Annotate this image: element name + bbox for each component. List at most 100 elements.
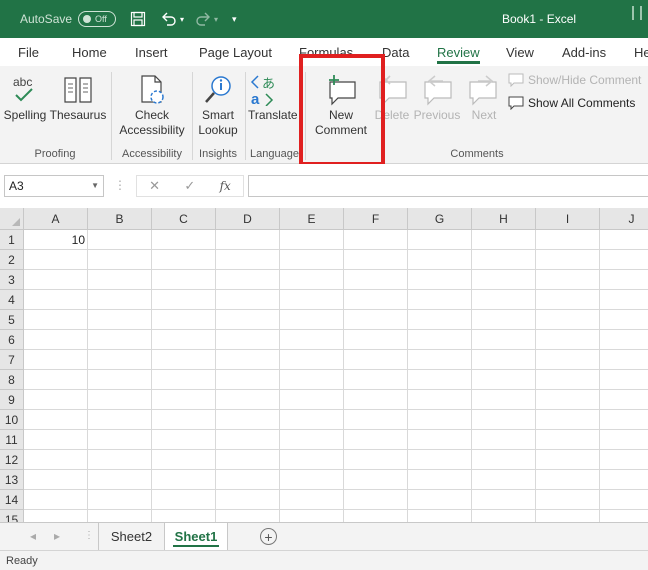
tab-home[interactable]: Home (72, 38, 107, 66)
row-header-12[interactable]: 12 (0, 450, 24, 470)
autosave-label: AutoSave (20, 12, 73, 26)
tab-page-layout[interactable]: Page Layout (199, 38, 272, 66)
worksheet-grid: ABCDEFGHIJ 1 2 3 4 5 6 7 8 9 10 11 12 13 14 15 10 (0, 208, 648, 522)
select-all-corner[interactable] (0, 208, 24, 230)
language-group-label: Language (250, 148, 299, 160)
row-header-15[interactable]: 15 (0, 510, 24, 522)
restore-window-icon[interactable] (632, 6, 642, 20)
sheet-tab-bar: ◂ ▸ ⋮ Sheet2 Sheet1 + (0, 522, 648, 550)
accessibility-check-icon (141, 75, 164, 104)
row-header-10[interactable]: 10 (0, 410, 24, 430)
cell-a1[interactable]: 10 (24, 230, 88, 250)
autosave-state: Off (95, 14, 107, 24)
row-header-5[interactable]: 5 (0, 310, 24, 330)
previous-sheet-icon[interactable]: ◂ (30, 529, 36, 543)
previous-comment-icon (424, 75, 452, 106)
column-header-h[interactable]: H (472, 208, 536, 230)
check-accessibility-button[interactable]: Check Accessibility (116, 74, 188, 138)
show-all-comments-label: Show All Comments (528, 96, 636, 110)
svg-text:abc: abc (13, 75, 32, 89)
tab-review[interactable]: Review (437, 38, 480, 66)
smart-lookup-icon (205, 76, 231, 103)
column-header-c[interactable]: C (152, 208, 216, 230)
column-header-j[interactable]: J (600, 208, 648, 230)
insights-group-label: Insights (199, 148, 237, 160)
sheet-tab-sheet2[interactable]: Sheet2 (98, 523, 164, 550)
column-header-b[interactable]: B (88, 208, 152, 230)
enter-icon[interactable]: ✓ (184, 178, 195, 194)
row-header-2[interactable]: 2 (0, 250, 24, 270)
column-header-g[interactable]: G (408, 208, 472, 230)
formula-input[interactable] (248, 175, 648, 197)
cell-area[interactable] (24, 230, 648, 522)
next-sheet-icon[interactable]: ▸ (54, 529, 60, 543)
undo-dropdown-icon[interactable]: ▾ (180, 0, 184, 38)
document-title: Book1 - Excel (502, 12, 577, 26)
translate-icon: あ a (250, 75, 275, 106)
row-header-4[interactable]: 4 (0, 290, 24, 310)
thesaurus-label: Thesaurus (49, 108, 107, 122)
autosave-toggle[interactable]: Off (78, 11, 116, 27)
customize-toolbar-icon[interactable]: ▾ (232, 0, 237, 38)
translate-label: Translate (248, 108, 298, 122)
row-header-11[interactable]: 11 (0, 430, 24, 450)
show-hide-comment-label: Show/Hide Comment (528, 73, 642, 87)
more-icon: ⋮ (114, 178, 126, 192)
name-box-value: A3 (9, 179, 24, 193)
new-comment-highlight (299, 54, 385, 166)
column-header-i[interactable]: I (536, 208, 600, 230)
show-all-comments-button[interactable]: Show All Comments (508, 96, 635, 110)
proofing-group-label: Proofing (34, 148, 76, 160)
row-header-9[interactable]: 9 (0, 390, 24, 410)
chevron-down-icon: ▼ (91, 181, 99, 190)
tab-view[interactable]: View (506, 38, 534, 66)
spelling-button[interactable]: abc Spelling (2, 74, 48, 123)
smart-lookup-button[interactable]: Smart Lookup (194, 74, 242, 138)
add-sheet-icon[interactable]: + (260, 528, 277, 545)
show-all-comments-icon (508, 96, 524, 110)
tab-insert[interactable]: Insert (135, 38, 168, 66)
formula-bar: A3 ▼ ⋮ ✕ ✓ fx (0, 164, 648, 208)
save-icon[interactable] (130, 0, 146, 38)
column-header-d[interactable]: D (216, 208, 280, 230)
tab-help[interactable]: He (634, 38, 648, 66)
row-header-1[interactable]: 1 (0, 230, 24, 250)
smart-lookup-line1: Smart (201, 108, 234, 122)
column-header-e[interactable]: E (280, 208, 344, 230)
tab-data[interactable]: Data (382, 38, 409, 66)
translate-button[interactable]: あ a Translate (248, 74, 302, 123)
next-comment-icon (469, 75, 497, 106)
row-header-6[interactable]: 6 (0, 330, 24, 350)
thesaurus-button[interactable]: Thesaurus (49, 74, 107, 123)
check-accessibility-line2: Accessibility (119, 123, 185, 137)
accessibility-group-label: Accessibility (122, 148, 182, 160)
previous-comment-label: Previous (413, 108, 461, 122)
tab-add-ins[interactable]: Add-ins (562, 38, 606, 66)
redo-dropdown-icon[interactable]: ▾ (214, 0, 218, 38)
smart-lookup-line2: Lookup (198, 123, 238, 137)
row-header-3[interactable]: 3 (0, 270, 24, 290)
row-header-14[interactable]: 14 (0, 490, 24, 510)
next-comment-label: Next (471, 108, 497, 122)
previous-comment-button[interactable]: Previous (412, 74, 462, 123)
row-header-7[interactable]: 7 (0, 350, 24, 370)
row-header-8[interactable]: 8 (0, 370, 24, 390)
formula-actions: ✕ ✓ fx (136, 175, 244, 197)
group-separator (111, 72, 112, 160)
name-box[interactable]: A3 ▼ (4, 175, 104, 197)
group-separator (192, 72, 193, 160)
check-accessibility-line1: Check (134, 108, 169, 122)
redo-icon[interactable] (194, 0, 212, 38)
next-comment-button[interactable]: Next (462, 74, 506, 123)
svg-text:あ: あ (262, 77, 275, 92)
row-header-13[interactable]: 13 (0, 470, 24, 490)
column-header-a[interactable]: A (24, 208, 88, 230)
status-bar: Ready (0, 550, 648, 570)
column-header-f[interactable]: F (344, 208, 408, 230)
sheet-tab-sheet1[interactable]: Sheet1 (164, 523, 228, 550)
show-hide-comment-button[interactable]: Show/Hide Comment (508, 73, 641, 87)
tab-file[interactable]: File (18, 38, 39, 66)
undo-icon[interactable] (160, 0, 178, 38)
cancel-icon[interactable]: ✕ (149, 178, 160, 194)
insert-function-button[interactable]: fx (220, 179, 231, 193)
